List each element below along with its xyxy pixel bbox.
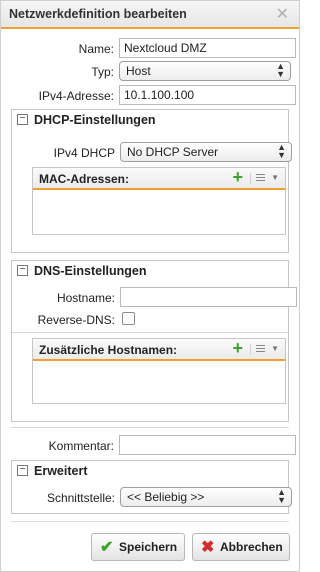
divider (11, 521, 289, 522)
dns-section-title: DNS-Einstellungen (34, 264, 147, 278)
advanced-section-title: Erweitert (34, 464, 88, 478)
list-menu-icon[interactable]: ▼ (250, 344, 279, 355)
save-button-label: Speichern (119, 540, 178, 554)
select-arrows-icon: ▲ ▼ (276, 61, 285, 79)
interface-select-value: << Beliebig >> (127, 490, 205, 504)
type-select[interactable]: Host ▲ ▼ (119, 61, 291, 81)
collapse-icon[interactable]: − (17, 114, 28, 125)
ipv4-input[interactable]: 10.1.100.100 (119, 85, 296, 105)
type-row: Typ: Host ▲ ▼ (1, 61, 299, 83)
reverse-dns-row: Reverse-DNS: (2, 309, 300, 331)
mac-address-list-header: MAC-Adressen: + ▼ (33, 167, 285, 190)
select-arrows-icon: ▲ ▼ (277, 142, 286, 160)
cross-icon: ✖ (201, 539, 215, 556)
dhcp-section-title: DHCP-Einstellungen (34, 113, 156, 127)
save-button[interactable]: ✔ Speichern (91, 533, 185, 561)
interface-select[interactable]: << Beliebig >> ▲ ▼ (120, 487, 292, 507)
dialog-title: Netzwerkdefinition bearbeiten (9, 7, 187, 21)
select-arrows-icon: ▲ ▼ (277, 487, 286, 505)
dns-section: − DNS-Einstellungen Hostname: Reverse-DN… (11, 260, 297, 422)
hostname-input[interactable] (120, 287, 297, 307)
hostname-label: Hostname: (56, 291, 115, 305)
name-label: Name: (78, 42, 114, 56)
hostname-row: Hostname: (2, 287, 300, 309)
divider (11, 427, 289, 428)
comment-row: Kommentar: (1, 435, 299, 457)
plus-icon[interactable]: + (232, 338, 243, 359)
additional-hostnames-list[interactable]: Zusätzliche Hostnamen: + ▼ (32, 338, 286, 404)
ipv4-label: IPv4-Adresse: (38, 89, 114, 103)
collapse-icon[interactable]: − (17, 265, 28, 276)
name-row: Name: Nextcloud DMZ (1, 38, 299, 60)
edit-network-dialog: Netzwerkdefinition bearbeiten ✕ Name: Ne… (0, 0, 300, 572)
plus-icon[interactable]: + (232, 167, 243, 188)
additional-hostnames-list-title: Zusätzliche Hostnamen: (39, 343, 178, 357)
type-label: Typ: (91, 65, 114, 79)
checkmark-icon: ✔ (100, 539, 114, 556)
reverse-dns-checkbox[interactable] (122, 312, 135, 325)
reverse-dns-label: Reverse-DNS: (37, 313, 115, 327)
comment-input[interactable] (119, 435, 296, 455)
list-menu-icon[interactable]: ▼ (250, 173, 279, 184)
dhcp-section-header[interactable]: − DHCP-Einstellungen (12, 110, 288, 130)
divider (12, 332, 288, 333)
comment-label: Kommentar: (48, 439, 114, 453)
advanced-section: − Erweitert Schnittstelle: << Beliebig >… (11, 460, 292, 514)
ipv4-dhcp-select-value: No DHCP Server (127, 145, 219, 159)
additional-hostnames-list-header: Zusätzliche Hostnamen: + ▼ (33, 338, 285, 361)
interface-label: Schnittstelle: (46, 491, 115, 505)
mac-address-list-title: MAC-Adressen: (39, 172, 130, 186)
mac-address-list[interactable]: MAC-Adressen: + ▼ (32, 167, 286, 235)
advanced-section-header[interactable]: − Erweitert (12, 461, 288, 481)
cancel-button-label: Abbrechen (220, 540, 283, 554)
name-input[interactable]: Nextcloud DMZ (119, 38, 296, 58)
ipv4-row: IPv4-Adresse: 10.1.100.100 (1, 85, 299, 107)
dialog-titlebar: Netzwerkdefinition bearbeiten ✕ (1, 1, 299, 29)
cancel-button[interactable]: ✖ Abbrechen (192, 533, 290, 561)
close-icon[interactable]: ✕ (276, 4, 289, 24)
dns-section-header[interactable]: − DNS-Einstellungen (12, 261, 288, 281)
ipv4-dhcp-select[interactable]: No DHCP Server ▲ ▼ (120, 142, 292, 162)
ipv4-dhcp-label: IPv4 DHCP (53, 146, 115, 160)
type-select-value: Host (126, 64, 151, 78)
ipv4-dhcp-row: IPv4 DHCP No DHCP Server ▲ ▼ (2, 142, 300, 164)
collapse-icon[interactable]: − (17, 465, 28, 476)
dhcp-section: − DHCP-Einstellungen IPv4 DHCP No DHCP S… (11, 109, 292, 253)
interface-row: Schnittstelle: << Beliebig >> ▲ ▼ (2, 487, 300, 509)
